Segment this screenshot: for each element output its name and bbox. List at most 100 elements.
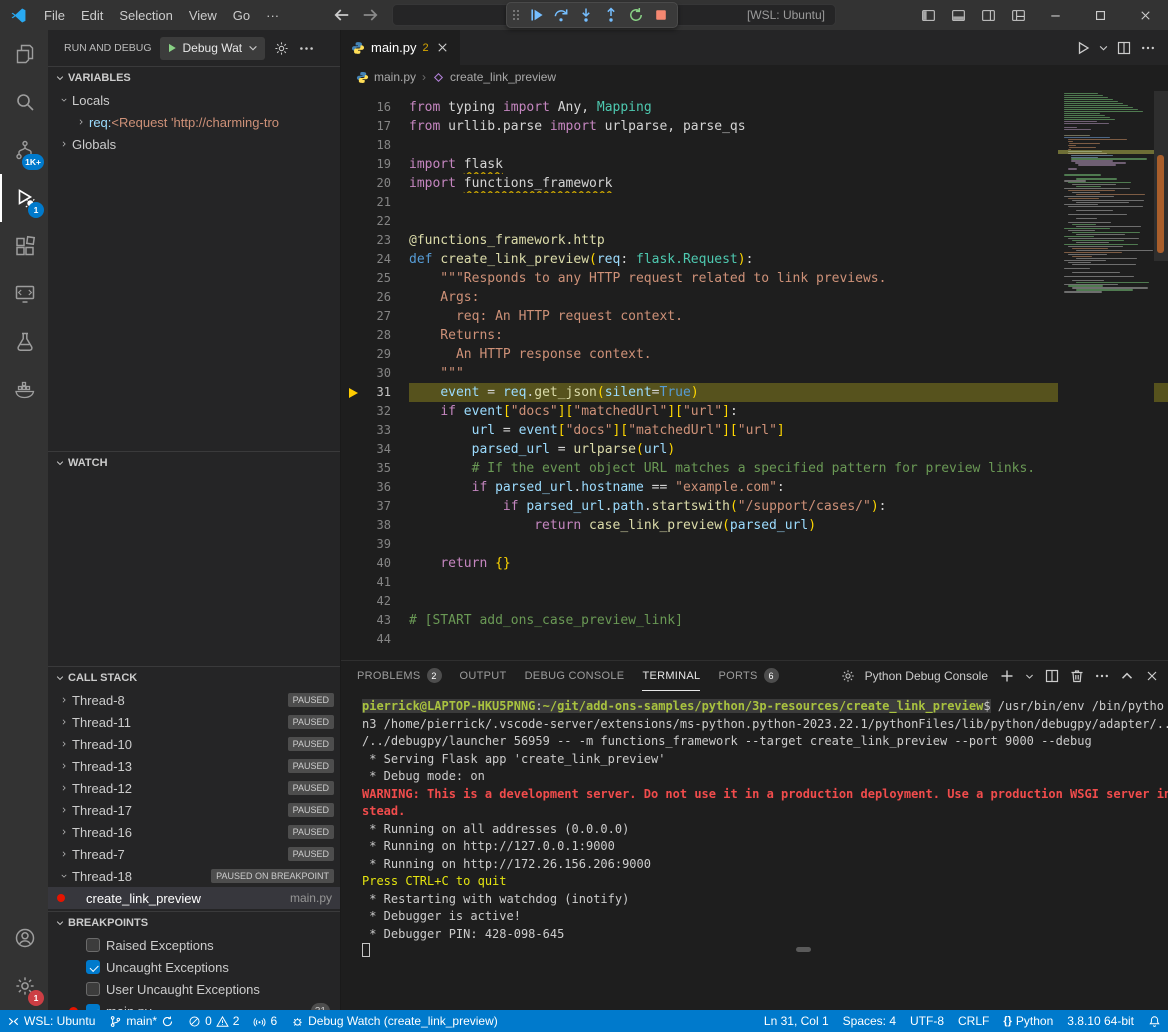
activitybar-run-and-debug[interactable]: 1 bbox=[0, 174, 48, 222]
run-python-file-button[interactable] bbox=[1073, 38, 1093, 58]
breakpoint-user-uncaught-exceptions[interactable]: User Uncaught Exceptions bbox=[48, 978, 340, 1000]
stop-button[interactable] bbox=[648, 3, 673, 27]
gutter[interactable]: 21 bbox=[341, 193, 409, 212]
gutter[interactable]: 31 bbox=[341, 383, 409, 402]
breakpoint-main-py[interactable]: main.py31 bbox=[48, 1000, 340, 1010]
breadcrumb-create-link-preview[interactable]: create_link_preview bbox=[432, 70, 556, 84]
callstack-thread-thread-11[interactable]: Thread-11PAUSED bbox=[48, 711, 340, 733]
gutter[interactable]: 36 bbox=[341, 478, 409, 497]
gutter[interactable]: 44 bbox=[341, 630, 409, 649]
status-ports[interactable]: 6 bbox=[246, 1010, 284, 1032]
callstack-thread-thread-13[interactable]: Thread-13PAUSED bbox=[48, 755, 340, 777]
debug-gear-icon[interactable] bbox=[273, 40, 290, 57]
gutter[interactable]: 24 bbox=[341, 250, 409, 269]
code-line[interactable]: 36 if parsed_url.hostname == "example.co… bbox=[341, 478, 1168, 497]
gutter[interactable]: 17 bbox=[341, 117, 409, 136]
maximize-panel-icon[interactable] bbox=[1119, 668, 1135, 684]
code-line[interactable]: 27 req: An HTTP request context. bbox=[341, 307, 1168, 326]
customize-layout-icon[interactable] bbox=[1003, 0, 1033, 30]
activitybar-extensions[interactable] bbox=[0, 222, 48, 270]
variables-item-globals[interactable]: Globals bbox=[48, 133, 340, 155]
terminal-launch-dropdown-icon[interactable] bbox=[1024, 671, 1035, 682]
menu-go[interactable]: Go bbox=[225, 8, 258, 23]
editor-more-actions-button[interactable] bbox=[1138, 38, 1158, 58]
menu-edit[interactable]: Edit bbox=[73, 8, 111, 23]
status-remote[interactable]: WSL: Ubuntu bbox=[0, 1010, 102, 1032]
panel-more-actions-button[interactable] bbox=[1094, 668, 1110, 684]
gutter[interactable]: 39 bbox=[341, 535, 409, 554]
code-line[interactable]: 43# [START add_ons_case_preview_link] bbox=[341, 611, 1168, 630]
code-line[interactable]: 31 event = req.get_json(silent=True) bbox=[341, 383, 1168, 402]
breakpoint-checkbox[interactable] bbox=[86, 960, 100, 974]
code-line[interactable]: 42 bbox=[341, 592, 1168, 611]
callstack-thread-thread-16[interactable]: Thread-16PAUSED bbox=[48, 821, 340, 843]
activitybar-docker[interactable] bbox=[0, 366, 48, 414]
menu-more[interactable]: ··· bbox=[258, 8, 287, 23]
code-line[interactable]: 33 url = event["docs"]["matchedUrl"]["ur… bbox=[341, 421, 1168, 440]
gutter[interactable]: 41 bbox=[341, 573, 409, 592]
drag-handle-icon[interactable] bbox=[511, 7, 521, 23]
gutter[interactable]: 25 bbox=[341, 269, 409, 288]
gutter[interactable]: 16 bbox=[341, 98, 409, 117]
continue-button[interactable] bbox=[523, 3, 548, 27]
terminal-scrollbar[interactable] bbox=[796, 947, 811, 952]
gutter[interactable]: 23 bbox=[341, 231, 409, 250]
gutter[interactable]: 26 bbox=[341, 288, 409, 307]
breakpoint-uncaught-exceptions[interactable]: Uncaught Exceptions bbox=[48, 956, 340, 978]
code-line[interactable]: 17from urllib.parse import urlparse, par… bbox=[341, 117, 1168, 136]
gutter[interactable]: 28 bbox=[341, 326, 409, 345]
panel-tab-terminal[interactable]: TERMINAL bbox=[642, 661, 700, 691]
activitybar-testing[interactable] bbox=[0, 318, 48, 366]
split-editor-button[interactable] bbox=[1114, 38, 1134, 58]
breakpoints-section-header[interactable]: BREAKPOINTS bbox=[48, 912, 340, 934]
callstack-thread-thread-17[interactable]: Thread-17PAUSED bbox=[48, 799, 340, 821]
code-line[interactable]: 32 if event["docs"]["matchedUrl"]["url"]… bbox=[341, 402, 1168, 421]
gutter[interactable]: 40 bbox=[341, 554, 409, 573]
watch-section-header[interactable]: WATCH bbox=[48, 452, 340, 474]
panel-tab-ports[interactable]: PORTS6 bbox=[718, 661, 778, 691]
code-line[interactable]: 16from typing import Any, Mapping bbox=[341, 98, 1168, 117]
step-into-button[interactable] bbox=[573, 3, 598, 27]
kill-terminal-button[interactable] bbox=[1069, 668, 1085, 684]
code-line[interactable]: 39 bbox=[341, 535, 1168, 554]
minimap[interactable] bbox=[1058, 89, 1154, 660]
gutter[interactable]: 38 bbox=[341, 516, 409, 535]
breadcrumb-main-py[interactable]: main.py bbox=[356, 70, 416, 84]
close-window-button[interactable] bbox=[1123, 0, 1168, 30]
variables-item-locals[interactable]: Locals bbox=[48, 89, 340, 111]
breakpoint-checkbox[interactable] bbox=[86, 1004, 100, 1010]
gutter[interactable]: 42 bbox=[341, 592, 409, 611]
run-dropdown-icon[interactable] bbox=[1097, 38, 1110, 58]
step-out-button[interactable] bbox=[598, 3, 623, 27]
code-line[interactable]: 34 parsed_url = urlparse(url) bbox=[341, 440, 1168, 459]
activitybar-source-control[interactable]: 1K+ bbox=[0, 126, 48, 174]
tab-main-py[interactable]: main.py 2 bbox=[341, 30, 461, 65]
gutter[interactable]: 22 bbox=[341, 212, 409, 231]
terminal-name[interactable]: Python Debug Console bbox=[865, 669, 988, 683]
status-interpreter[interactable]: 3.8.10 64-bit bbox=[1060, 1010, 1141, 1032]
gutter[interactable]: 29 bbox=[341, 345, 409, 364]
status-cursor-position[interactable]: Ln 31, Col 1 bbox=[757, 1010, 836, 1032]
code-line[interactable]: 37 if parsed_url.path.startswith("/suppo… bbox=[341, 497, 1168, 516]
gutter[interactable]: 34 bbox=[341, 440, 409, 459]
split-terminal-button[interactable] bbox=[1044, 668, 1060, 684]
start-debugging-icon[interactable] bbox=[166, 42, 178, 54]
status-notifications[interactable] bbox=[1141, 1010, 1168, 1032]
gutter[interactable]: 33 bbox=[341, 421, 409, 440]
panel-tab-debug-console[interactable]: DEBUG CONSOLE bbox=[525, 661, 625, 691]
code-line[interactable]: 18 bbox=[341, 136, 1168, 155]
code-line[interactable]: 22 bbox=[341, 212, 1168, 231]
callstack-thread-thread-7[interactable]: Thread-7PAUSED bbox=[48, 843, 340, 865]
menu-selection[interactable]: Selection bbox=[111, 8, 180, 23]
restart-button[interactable] bbox=[623, 3, 648, 27]
callstack-thread-thread-10[interactable]: Thread-10PAUSED bbox=[48, 733, 340, 755]
debug-config-dropdown[interactable]: Debug Wat bbox=[160, 37, 266, 60]
code-line[interactable]: 44 bbox=[341, 630, 1168, 649]
overview-ruler[interactable] bbox=[1154, 89, 1168, 660]
activitybar-accounts[interactable] bbox=[0, 914, 48, 962]
gutter[interactable]: 35 bbox=[341, 459, 409, 478]
status-branch[interactable]: main* bbox=[102, 1010, 181, 1032]
status-eol[interactable]: CRLF bbox=[951, 1010, 996, 1032]
code-line[interactable]: 35 # If the event object URL matches a s… bbox=[341, 459, 1168, 478]
code-line[interactable]: 41 bbox=[341, 573, 1168, 592]
